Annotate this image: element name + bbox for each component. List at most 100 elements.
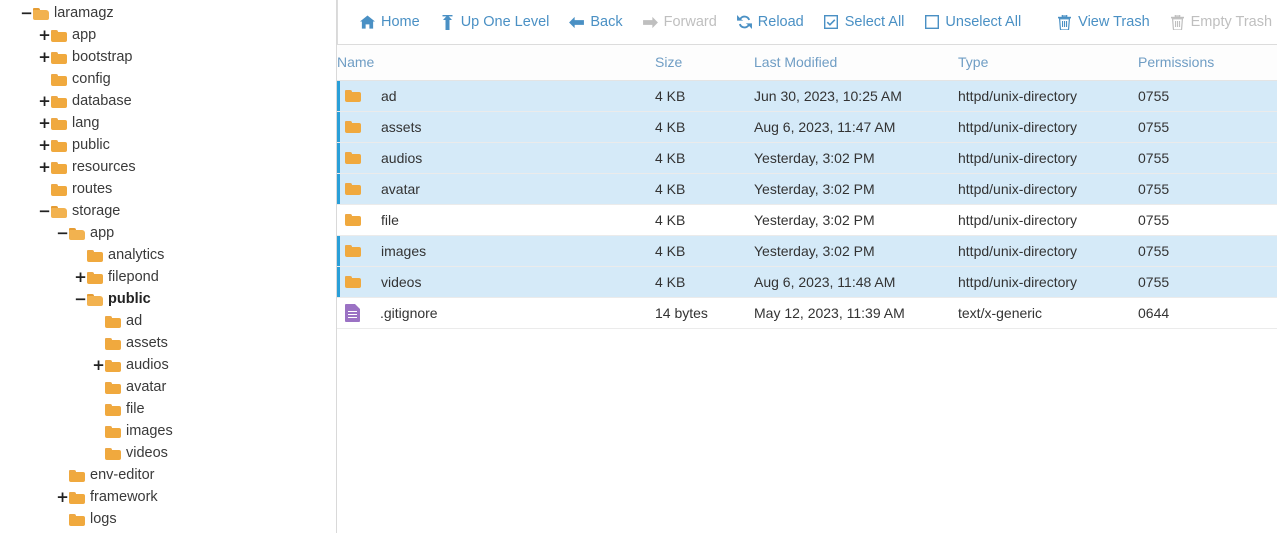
cell-name: avatar xyxy=(337,173,655,205)
expand-icon[interactable]: + xyxy=(38,138,51,153)
tree-item-assets[interactable]: assets xyxy=(0,332,312,354)
cell-type: httpd/unix-directory xyxy=(958,266,1138,298)
select-all-button[interactable]: Select All xyxy=(814,10,915,34)
file-name-label[interactable]: .gitignore xyxy=(380,305,438,321)
tree-item-app[interactable]: + app xyxy=(0,24,312,46)
cell-permissions: 0755 xyxy=(1138,266,1277,298)
toolbar-button-label: View Trash xyxy=(1078,14,1150,30)
folder-icon xyxy=(87,271,103,284)
collapse-icon[interactable]: − xyxy=(20,6,33,21)
expand-icon[interactable]: + xyxy=(74,270,87,285)
table-row[interactable]: assets 4 KB Aug 6, 2023, 11:47 AM httpd/uni… xyxy=(337,111,1277,143)
expand-icon[interactable]: + xyxy=(38,94,51,109)
table-row[interactable]: .gitignore 14 bytes May 12, 2023, 11:39 AM… xyxy=(337,297,1277,329)
tree-item-ad[interactable]: ad xyxy=(0,310,312,332)
table-row[interactable]: file 4 KB Yesterday, 3:02 PM httpd/unix-dir… xyxy=(337,204,1277,236)
tree-item-public[interactable]: − public xyxy=(0,288,312,310)
tree-item-label: bootstrap xyxy=(72,49,133,65)
tree-item-framework[interactable]: + framework xyxy=(0,486,312,508)
cell-name: audios xyxy=(337,142,655,174)
tree-item-lang[interactable]: + lang xyxy=(0,112,312,134)
tree-item-storage[interactable]: − storage xyxy=(0,200,312,222)
tree-item-env-editor[interactable]: env-editor xyxy=(0,464,312,486)
expand-icon[interactable]: + xyxy=(38,28,51,43)
view-trash-button[interactable]: View Trash xyxy=(1047,10,1159,34)
column-header-size[interactable]: Size xyxy=(655,45,754,81)
cell-type: httpd/unix-directory xyxy=(958,80,1138,112)
back-button[interactable]: Back xyxy=(559,10,632,34)
tree-item-bootstrap[interactable]: + bootstrap xyxy=(0,46,312,68)
column-header-permissions[interactable]: Permissions xyxy=(1138,45,1277,81)
sidebar-scrollbar-track[interactable] xyxy=(316,0,330,533)
home-button[interactable]: Home xyxy=(350,10,430,34)
cell-permissions: 0755 xyxy=(1138,80,1277,112)
tree-item-config[interactable]: config xyxy=(0,68,312,90)
cell-size: 4 KB xyxy=(655,142,754,174)
folder-icon xyxy=(345,89,361,102)
table-row[interactable]: audios 4 KB Yesterday, 3:02 PM httpd/unix-d… xyxy=(337,142,1277,174)
cell-name: images xyxy=(337,235,655,267)
collapse-icon[interactable]: − xyxy=(38,204,51,219)
tree-item-label: analytics xyxy=(108,247,165,263)
unselect-all-button[interactable]: Unselect All xyxy=(914,10,1031,34)
expand-icon[interactable]: + xyxy=(38,50,51,65)
cell-type: httpd/unix-directory xyxy=(958,204,1138,236)
table-body: ad 4 KB Jun 30, 2023, 10:25 AM httpd/unix-d… xyxy=(337,80,1277,329)
file-name-label[interactable]: avatar xyxy=(381,181,420,197)
folder-tree-sidebar: − laramagz + app + bootstrap config + database + l… xyxy=(0,0,337,533)
tree-item-analytics[interactable]: analytics xyxy=(0,244,312,266)
toolbar: Home Up One Level Back Forward Reload Select … xyxy=(337,0,1277,45)
table-row[interactable]: images 4 KB Yesterday, 3:02 PM httpd/unix-d… xyxy=(337,235,1277,267)
empty-trash-button: Empty Trash xyxy=(1160,10,1277,34)
tree-item-laramagz[interactable]: − laramagz xyxy=(0,2,312,24)
tree-item-resources[interactable]: + resources xyxy=(0,156,312,178)
collapse-icon[interactable]: − xyxy=(74,292,87,307)
folder-icon xyxy=(105,315,121,328)
column-header-type[interactable]: Type xyxy=(958,45,1138,81)
table-row[interactable]: avatar 4 KB Yesterday, 3:02 PM httpd/unix-d… xyxy=(337,173,1277,205)
file-name-label[interactable]: audios xyxy=(381,150,422,166)
file-name-label[interactable]: videos xyxy=(381,274,421,290)
tree-item-database[interactable]: + database xyxy=(0,90,312,112)
collapse-icon[interactable]: − xyxy=(56,226,69,241)
tree-item-label: storage xyxy=(72,203,121,219)
expand-icon[interactable]: + xyxy=(38,160,51,175)
table-row[interactable]: ad 4 KB Jun 30, 2023, 10:25 AM httpd/unix-d… xyxy=(337,80,1277,112)
file-name-label[interactable]: file xyxy=(381,212,399,228)
table-row[interactable]: videos 4 KB Aug 6, 2023, 11:48 AM httpd/uni… xyxy=(337,266,1277,298)
cell-last-modified: Aug 6, 2023, 11:48 AM xyxy=(754,266,958,298)
expand-icon[interactable]: + xyxy=(38,116,51,131)
checkbox-checked-icon xyxy=(824,15,839,30)
tree-item-label: avatar xyxy=(126,379,167,395)
tree-item-label: public xyxy=(72,137,110,153)
expand-icon[interactable]: + xyxy=(92,358,105,373)
tree-item-avatar[interactable]: avatar xyxy=(0,376,312,398)
cell-type: httpd/unix-directory xyxy=(958,173,1138,205)
tree-item-app[interactable]: − app xyxy=(0,222,312,244)
folder-open-icon xyxy=(87,293,103,306)
tree-item-videos[interactable]: videos xyxy=(0,442,312,464)
folder-icon xyxy=(51,139,67,152)
folder-icon xyxy=(345,244,361,257)
tree-item-public[interactable]: + public xyxy=(0,134,312,156)
file-name-label[interactable]: images xyxy=(381,243,426,259)
tree-item-filepond[interactable]: + filepond xyxy=(0,266,312,288)
tree-item-label: images xyxy=(126,423,173,439)
tree-item-label: videos xyxy=(126,445,168,461)
folder-icon xyxy=(105,337,121,350)
column-header-name[interactable]: Name xyxy=(337,45,655,81)
toolbar-button-label: Forward xyxy=(663,14,717,30)
file-name-label[interactable]: assets xyxy=(381,119,421,135)
tree-item-logs[interactable]: logs xyxy=(0,508,312,530)
tree-item-images[interactable]: images xyxy=(0,420,312,442)
expand-icon[interactable]: + xyxy=(56,490,69,505)
column-header-last-modified[interactable]: Last Modified xyxy=(754,45,958,81)
tree-item-audios[interactable]: + audios xyxy=(0,354,312,376)
cell-size: 14 bytes xyxy=(655,297,754,329)
file-name-label[interactable]: ad xyxy=(381,88,397,104)
reload-button[interactable]: Reload xyxy=(727,10,814,34)
tree-item-routes[interactable]: routes xyxy=(0,178,312,200)
tree-item-file[interactable]: file xyxy=(0,398,312,420)
up-one-level-button[interactable]: Up One Level xyxy=(430,10,560,34)
tree-item-label: database xyxy=(72,93,132,109)
